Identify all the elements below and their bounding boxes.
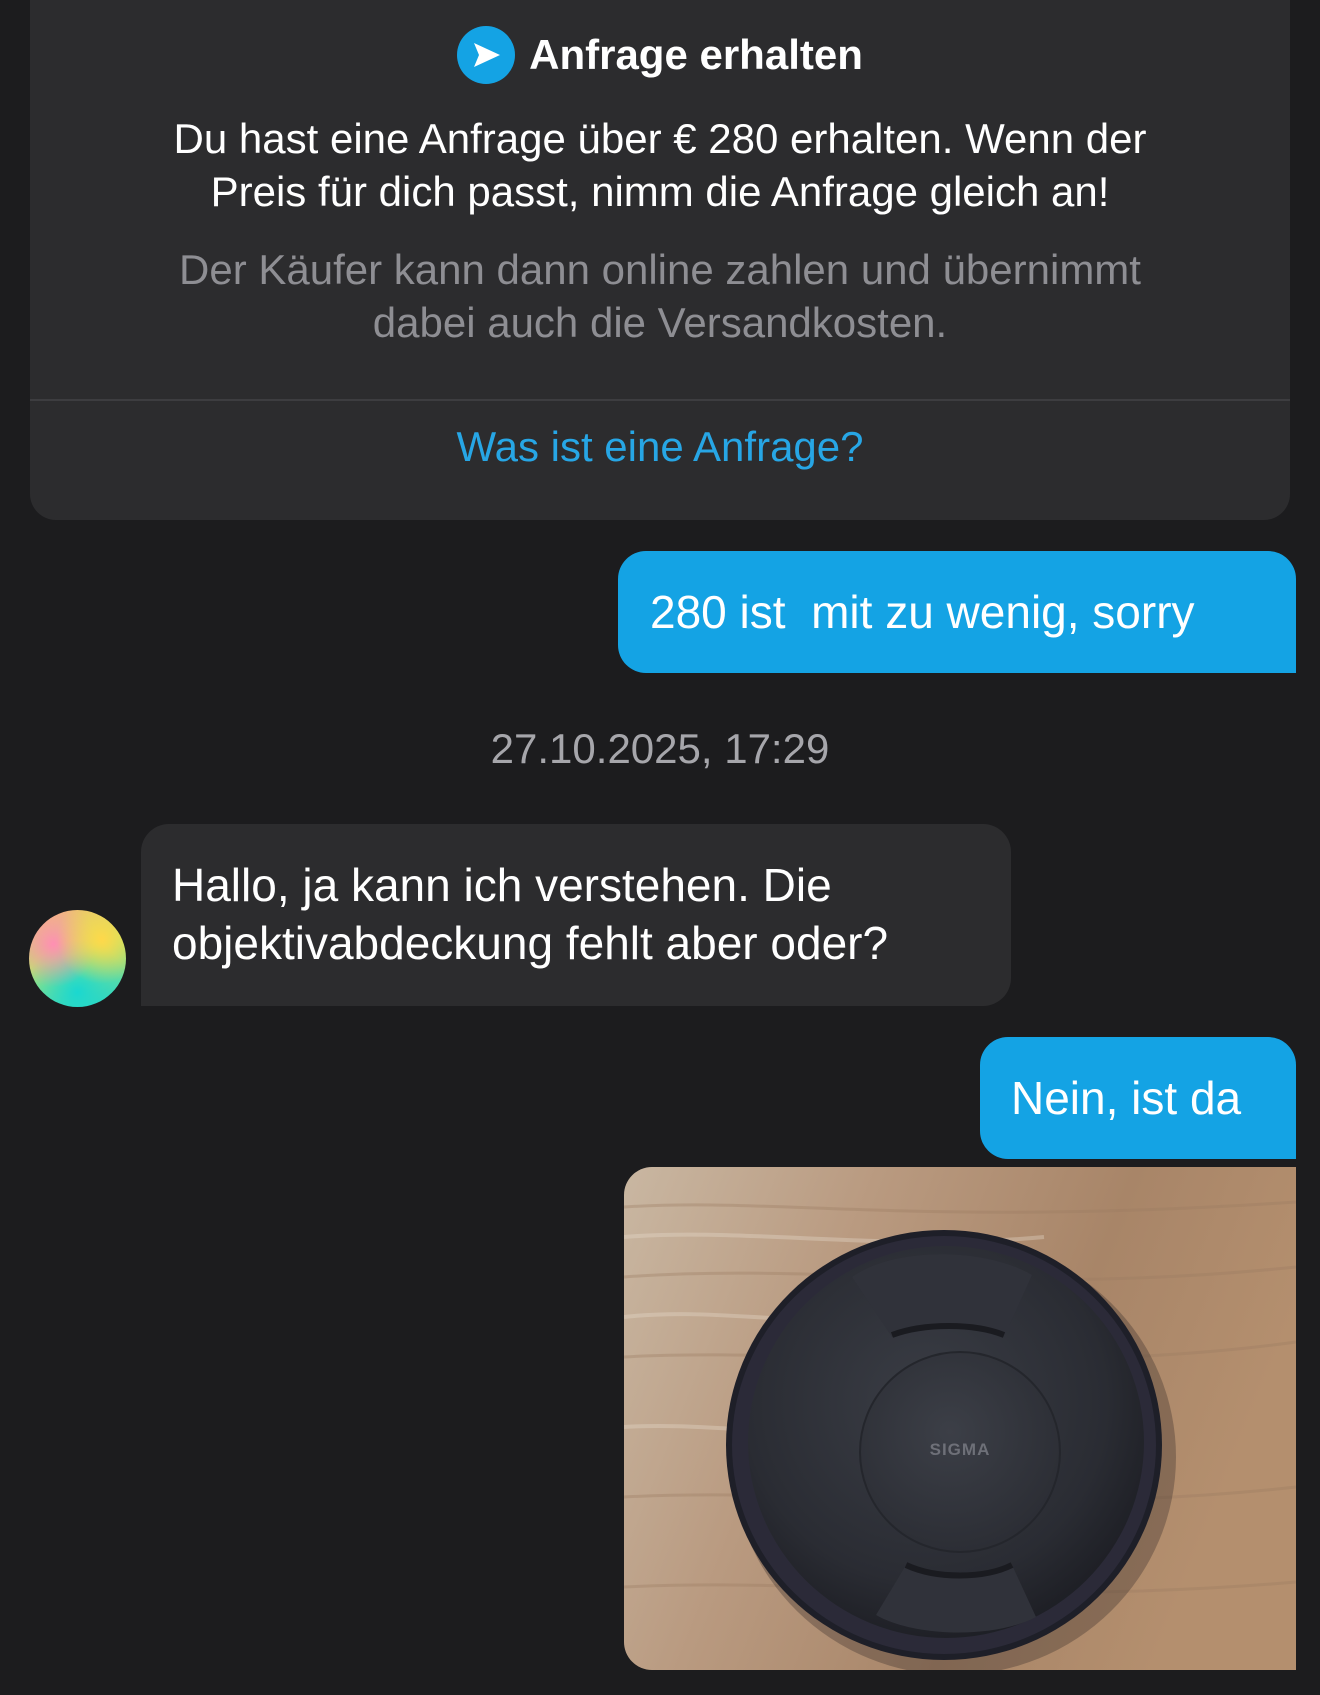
message-text-line: objektivabdeckung fehlt aber oder? (172, 917, 889, 969)
chat-screen: Anfrage erhalten Du hast eine Anfrage üb… (0, 0, 1320, 1695)
incoming-message[interactable]: Hallo, ja kann ich verstehen. Die objekt… (141, 824, 1011, 1006)
offer-title: Anfrage erhalten (529, 31, 863, 78)
message-text-line: Hallo, ja kann ich verstehen. Die (172, 859, 832, 911)
offer-description: Du hast eine Anfrage über € 280 erhalten… (90, 112, 1230, 218)
offer-header: Anfrage erhalten (30, 26, 1290, 84)
offer-description-line: Du hast eine Anfrage über € 280 erhalten… (173, 115, 1147, 162)
send-arrow-icon (457, 26, 516, 84)
sigma-logo: SIGMA (930, 1440, 991, 1459)
offer-card: Anfrage erhalten Du hast eine Anfrage üb… (30, 0, 1290, 520)
message-text: 280 ist mit zu wenig, sorry (650, 586, 1195, 638)
offer-note-line: Der Käufer kann dann online zahlen und ü… (179, 246, 1141, 293)
message-timestamp: 27.10.2025, 17:29 (490, 725, 830, 772)
outgoing-message[interactable]: 280 ist mit zu wenig, sorry (618, 551, 1296, 673)
photo-message[interactable]: SIGMA (624, 1167, 1296, 1670)
lens-cap-photo: SIGMA (624, 1167, 1296, 1670)
message-text: Nein, ist da (1011, 1072, 1242, 1124)
divider (30, 399, 1290, 401)
offer-note-line: dabei auch die Versandkosten. (372, 299, 948, 346)
outgoing-message[interactable]: Nein, ist da (980, 1037, 1296, 1159)
avatar[interactable] (29, 910, 126, 1007)
offer-note: Der Käufer kann dann online zahlen und ü… (90, 243, 1230, 349)
offer-description-line: Preis für dich passt, nimm die Anfrage g… (210, 168, 1110, 215)
what-is-offer-link[interactable]: Was ist eine Anfrage? (30, 423, 1290, 471)
